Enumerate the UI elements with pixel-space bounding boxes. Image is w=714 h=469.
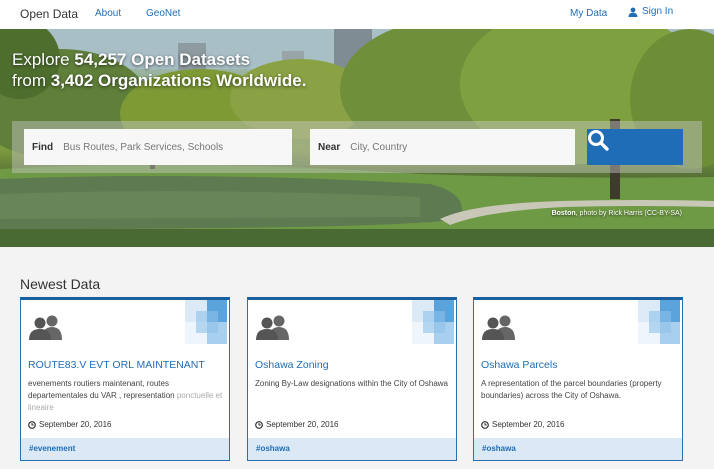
dataset-title-link[interactable]: ROUTE83.V EVT ORL MAINTENANT — [28, 359, 205, 371]
organization-count: 3,402 Organizations Worldwide. — [50, 71, 307, 90]
sign-in-button[interactable]: Sign In — [628, 6, 673, 17]
find-input[interactable] — [63, 141, 264, 153]
photo-credit: Boston, photo by Rick Harris (CC-BY-SA) — [551, 210, 682, 217]
dataset-description: A representation of the parcel boundarie… — [481, 379, 662, 400]
dataset-count: 54,257 Open Datasets — [74, 50, 251, 69]
nav-my-data-link[interactable]: My Data — [570, 8, 607, 19]
site-brand[interactable]: Open Data — [20, 7, 78, 21]
sign-in-label: Sign In — [642, 6, 674, 17]
group-icon — [256, 315, 289, 340]
find-field[interactable]: Find — [24, 129, 292, 165]
clock-icon — [481, 420, 489, 429]
group-icon — [482, 315, 515, 340]
dataset-card[interactable]: Oshawa Parcels A representation of the p… — [473, 297, 683, 461]
dataset-date: September 20, 2016 — [481, 420, 565, 429]
group-icon — [29, 315, 62, 340]
tag-bar: #oshawa — [474, 438, 682, 460]
top-nav: Open Data About GeoNet My Data Sign In — [0, 0, 714, 29]
dataset-description: Zoning By-Law designations within the Ci… — [255, 379, 448, 388]
find-label: Find — [32, 141, 54, 153]
clock-icon — [28, 420, 36, 429]
dataset-tag[interactable]: #oshawa — [256, 444, 290, 453]
near-field[interactable]: Near — [310, 129, 575, 165]
dataset-description: evenements routiers maintenant, routes d… — [28, 379, 223, 412]
near-label: Near — [318, 141, 341, 153]
dataset-card[interactable]: ROUTE83.V EVT ORL MAINTENANT evenements … — [20, 297, 230, 461]
dataset-date: September 20, 2016 — [255, 420, 339, 429]
dataset-date: September 20, 2016 — [28, 420, 112, 429]
hero-banner: Explore 54,257 Open Datasets from 3,402 … — [0, 29, 714, 247]
search-button[interactable] — [587, 129, 683, 165]
user-icon — [628, 7, 638, 17]
dataset-tag[interactable]: #evenement — [29, 444, 75, 453]
tag-bar: #evenement — [21, 438, 229, 460]
nav-about-link[interactable]: About — [95, 8, 121, 19]
search-bar: Find Near — [12, 121, 702, 173]
search-icon — [588, 130, 609, 151]
clock-icon — [255, 420, 263, 429]
newest-data-heading: Newest Data — [20, 276, 101, 292]
nav-geonet-link[interactable]: GeoNet — [146, 8, 180, 19]
dataset-title-link[interactable]: Oshawa Zoning — [255, 359, 329, 371]
dataset-tag[interactable]: #oshawa — [482, 444, 516, 453]
hero-headline: Explore 54,257 Open Datasets from 3,402 … — [12, 50, 307, 90]
near-input[interactable] — [350, 141, 551, 153]
dataset-title-link[interactable]: Oshawa Parcels — [481, 359, 557, 371]
dataset-card[interactable]: Oshawa Zoning Zoning By-Law designations… — [247, 297, 457, 461]
tag-bar: #oshawa — [248, 438, 456, 460]
